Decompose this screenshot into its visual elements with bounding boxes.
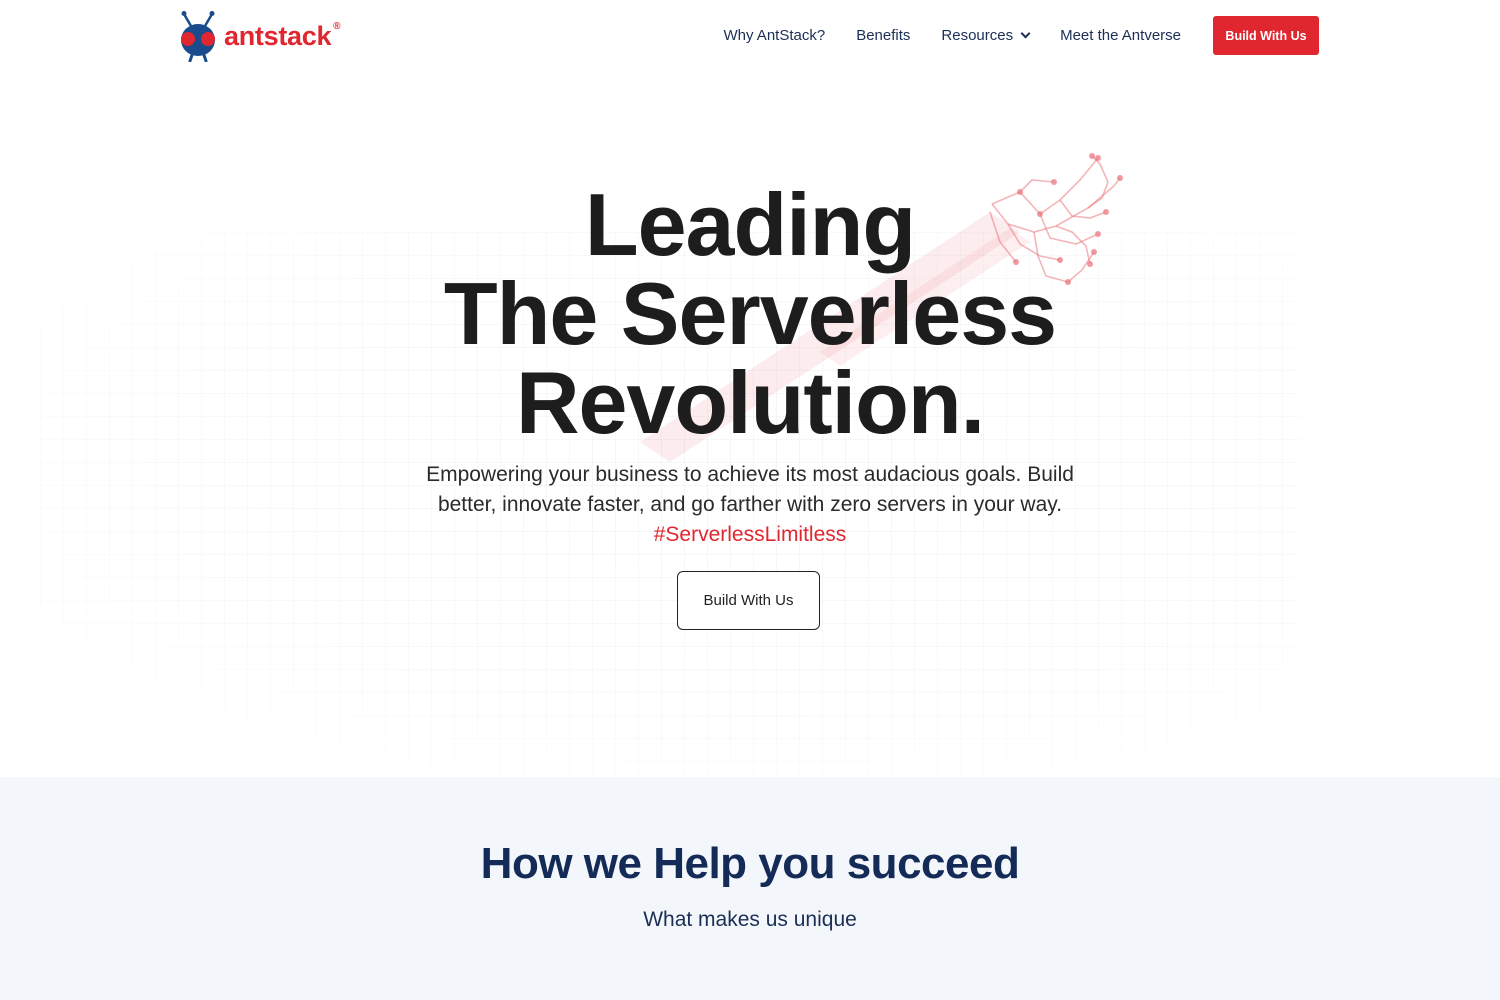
hero-title-line: The Serverless bbox=[443, 264, 1057, 363]
chevron-down-icon bbox=[1020, 28, 1031, 39]
nav-link-benefits[interactable]: Benefits bbox=[856, 27, 910, 44]
hero-subtitle: Empowering your business to achieve its … bbox=[400, 460, 1100, 550]
nav-label: Benefits bbox=[856, 27, 911, 44]
hero-build-with-us-button[interactable]: Build With Us bbox=[677, 571, 820, 630]
section-subtitle: What makes us unique bbox=[643, 908, 857, 931]
registered-mark: ® bbox=[333, 20, 341, 32]
main-nav: Why AntStack? Benefits Resources Meet th… bbox=[723, 16, 1319, 55]
logo-wordmark: antstack bbox=[224, 20, 332, 51]
hero-title: Leading The Serverless Revolution. bbox=[0, 180, 1500, 447]
nav-link-resources[interactable]: Resources bbox=[941, 27, 1031, 44]
nav-label: Meet the Antverse bbox=[1060, 27, 1181, 44]
header-build-with-us-button[interactable]: Build With Us bbox=[1213, 16, 1319, 55]
antstack-logo[interactable]: antstack ® bbox=[178, 10, 341, 62]
nav-link-meet-the-antverse[interactable]: Meet the Antverse bbox=[1060, 27, 1181, 44]
hero-title-line: Leading bbox=[584, 175, 916, 274]
hero-subtitle-text: Empowering your business to achieve its … bbox=[426, 463, 1074, 516]
section-title: How we Help you succeed bbox=[480, 839, 1020, 888]
hashtag-serverless-limitless: #ServerlessLimitless bbox=[653, 523, 847, 546]
hero-section: Leading The Serverless Revolution. Empow… bbox=[0, 72, 1500, 777]
site-header: antstack ® Why AntStack? Benefits Resour… bbox=[0, 0, 1500, 72]
nav-label: Why AntStack? bbox=[723, 27, 826, 44]
nav-link-why-antstack[interactable]: Why AntStack? bbox=[723, 27, 825, 44]
how-we-help-section: How we Help you succeed What makes us un… bbox=[0, 777, 1500, 1000]
hero-title-line: Revolution. bbox=[515, 353, 985, 452]
nav-label: Resources bbox=[941, 27, 1014, 44]
ant-logo-icon bbox=[181, 11, 215, 62]
